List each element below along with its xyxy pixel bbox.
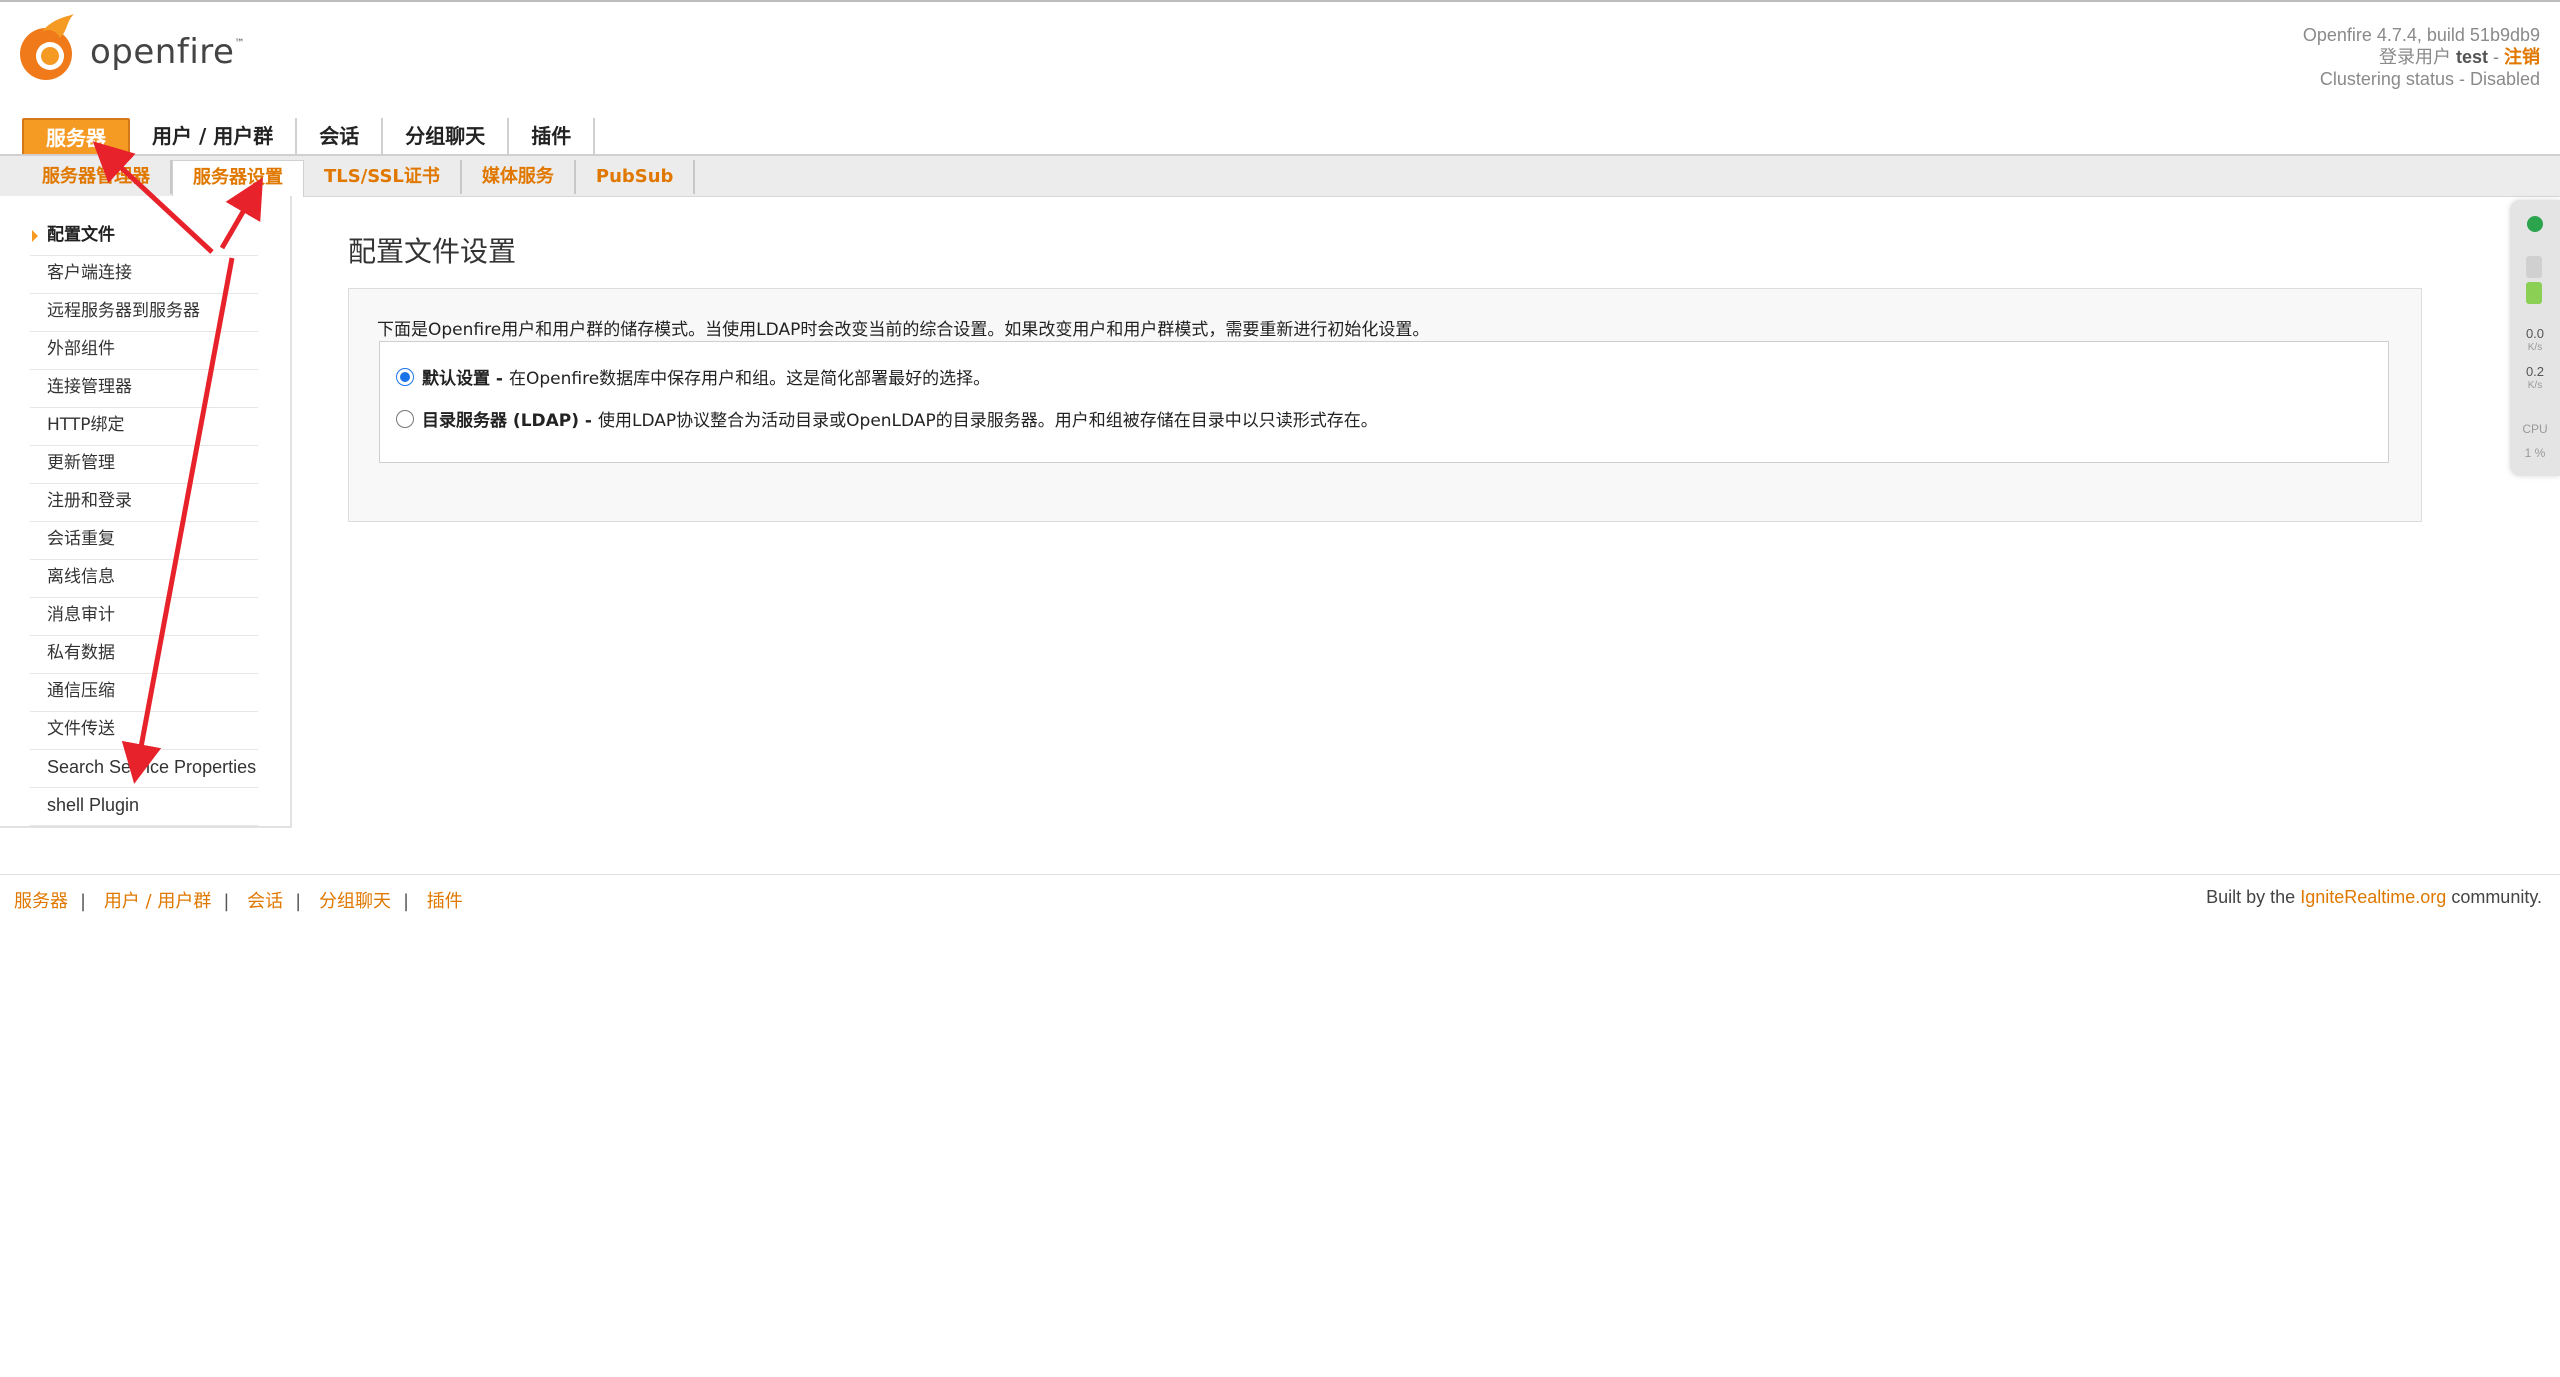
- clustering-status: Clustering status - Disabled: [2319, 69, 2540, 89]
- options-box: 默认设置 - 在Openfire数据库中保存用户和组。这是简化部署最好的选择。 …: [379, 341, 2389, 463]
- intro-text: 下面是Openfire用户和用户群的储存模式。当使用LDAP时会改变当前的综合设…: [377, 320, 1430, 340]
- radio-default[interactable]: [396, 367, 414, 386]
- settings-panel: 下面是Openfire用户和用户群的储存模式。当使用LDAP时会改变当前的综合设…: [348, 288, 2422, 522]
- sidebar-item-private-data[interactable]: 私有数据: [30, 636, 258, 674]
- sidebar-list: 配置文件 客户端连接 远程服务器到服务器 外部组件 连接管理器 HTTP绑定 更…: [30, 218, 258, 826]
- footer-credit: Built by the IgniteRealtime.org communit…: [2206, 887, 2542, 908]
- sidebar-item-connection-managers[interactable]: 连接管理器: [30, 370, 258, 408]
- subtab-media-services[interactable]: 媒体服务: [462, 160, 576, 194]
- tab-group-chat[interactable]: 分组聊天: [383, 118, 510, 154]
- tab-users-groups[interactable]: 用户 / 用户群: [130, 118, 298, 154]
- active-arrow-icon: [32, 230, 38, 242]
- footer-link-server[interactable]: 服务器: [14, 891, 68, 912]
- credit-suffix: community.: [2451, 887, 2542, 907]
- tab-sessions[interactable]: 会话: [297, 118, 384, 154]
- sub-nav: 服务器管理器 服务器设置 TLS/SSL证书 媒体服务 PubSub: [0, 154, 2560, 197]
- upload-unit: K/s: [2527, 342, 2543, 353]
- status-dot-icon: [2527, 216, 2543, 232]
- sidebar-item-client-connections[interactable]: 客户端连接: [30, 256, 258, 294]
- download-unit: K/s: [2527, 380, 2543, 391]
- option-ldap-label: 目录服务器 (LDAP) -: [422, 411, 592, 431]
- footer-link-users[interactable]: 用户 / 用户群: [104, 891, 212, 912]
- header: openfire™ Openfire 4.7.4, build 51b9db9 …: [0, 2, 2560, 116]
- memory-bar-icon: [2526, 256, 2542, 278]
- sidebar-item-shell-plugin[interactable]: shell Plugin: [30, 788, 258, 826]
- logo-text: openfire™: [90, 32, 245, 72]
- ignite-realtime-link[interactable]: IgniteRealtime.org: [2300, 887, 2446, 907]
- download-value: 0.2: [2525, 364, 2545, 379]
- username: test: [2455, 47, 2488, 67]
- sidebar-item-search-service[interactable]: Search Service Properties: [30, 750, 258, 788]
- sidebar-item-label: 配置文件: [47, 225, 115, 245]
- radio-ldap[interactable]: [396, 409, 414, 428]
- option-default-label: 默认设置 -: [422, 369, 503, 389]
- logout-link[interactable]: 注销: [2504, 47, 2540, 67]
- option-default[interactable]: 默认设置 - 在Openfire数据库中保存用户和组。这是简化部署最好的选择。: [396, 364, 990, 389]
- sidebar-item-external-components[interactable]: 外部组件: [30, 332, 258, 370]
- sidebar-item-update-manager[interactable]: 更新管理: [30, 446, 258, 484]
- cpu-value: 1 %: [2524, 446, 2546, 460]
- sidebar-item-compression[interactable]: 通信压缩: [30, 674, 258, 712]
- footer-link-plugins[interactable]: 插件: [427, 891, 463, 912]
- system-monitor-widget[interactable]: 0.0 K/s 0.2 K/s CPU 1 %: [2510, 200, 2560, 476]
- subtab-server-settings[interactable]: 服务器设置: [172, 160, 304, 197]
- cpu-label: CPU: [2522, 422, 2548, 436]
- tab-server[interactable]: 服务器: [22, 118, 130, 158]
- sidebar-item-http-binding[interactable]: HTTP绑定: [30, 408, 258, 446]
- sidebar-item-file-transfer[interactable]: 文件传送: [30, 712, 258, 750]
- sidebar-item-registration-login[interactable]: 注册和登录: [30, 484, 258, 522]
- footer-link-group-chat[interactable]: 分组聊天: [319, 891, 391, 912]
- subtab-tls-certificates[interactable]: TLS/SSL证书: [304, 160, 462, 194]
- tab-plugins[interactable]: 插件: [509, 118, 596, 154]
- sidebar-item-server-to-server[interactable]: 远程服务器到服务器: [30, 294, 258, 332]
- footer-link-sessions[interactable]: 会话: [247, 891, 283, 912]
- main-nav: 服务器 用户 / 用户群 会话 分组聊天 插件: [0, 114, 2560, 158]
- credit-prefix: Built by the: [2206, 887, 2296, 907]
- sidebar-item-offline-messages[interactable]: 离线信息: [30, 560, 258, 598]
- upload-value: 0.0: [2525, 326, 2545, 341]
- option-ldap[interactable]: 目录服务器 (LDAP) - 使用LDAP协议整合为活动目录或OpenLDAP的…: [396, 406, 1378, 431]
- subtab-pubsub[interactable]: PubSub: [576, 160, 696, 194]
- login-prefix: 登录用户: [2378, 47, 2451, 67]
- sidebar-item-session-conflict[interactable]: 会话重复: [30, 522, 258, 560]
- subtab-server-manager[interactable]: 服务器管理器: [22, 160, 172, 194]
- main-content: 配置文件设置 下面是Openfire用户和用户群的储存模式。当使用LDAP时会改…: [298, 204, 2508, 874]
- server-info: Openfire 4.7.4, build 51b9db9 登录用户 test …: [2303, 24, 2540, 90]
- sidebar-item-message-audit[interactable]: 消息审计: [30, 598, 258, 636]
- login-status: 登录用户 test - 注销: [2378, 47, 2540, 67]
- version-text: Openfire 4.7.4, build 51b9db9: [2302, 25, 2540, 45]
- footer: 服务器 | 用户 / 用户群 | 会话 | 分组聊天 | 插件 Built by the…: [0, 874, 2560, 919]
- sidebar-item-profile-settings[interactable]: 配置文件: [30, 218, 258, 256]
- option-default-desc: 在Openfire数据库中保存用户和组。这是简化部署最好的选择。: [508, 369, 991, 389]
- memory-level-icon: [2526, 282, 2542, 304]
- option-ldap-desc: 使用LDAP协议整合为活动目录或OpenLDAP的目录服务器。用户和组被存储在目…: [598, 411, 1378, 431]
- openfire-logo-icon: [20, 14, 74, 80]
- page-title: 配置文件设置: [348, 235, 517, 268]
- sidebar: 配置文件 客户端连接 远程服务器到服务器 外部组件 连接管理器 HTTP绑定 更…: [0, 196, 292, 828]
- footer-links: 服务器 | 用户 / 用户群 | 会话 | 分组聊天 | 插件: [14, 891, 463, 912]
